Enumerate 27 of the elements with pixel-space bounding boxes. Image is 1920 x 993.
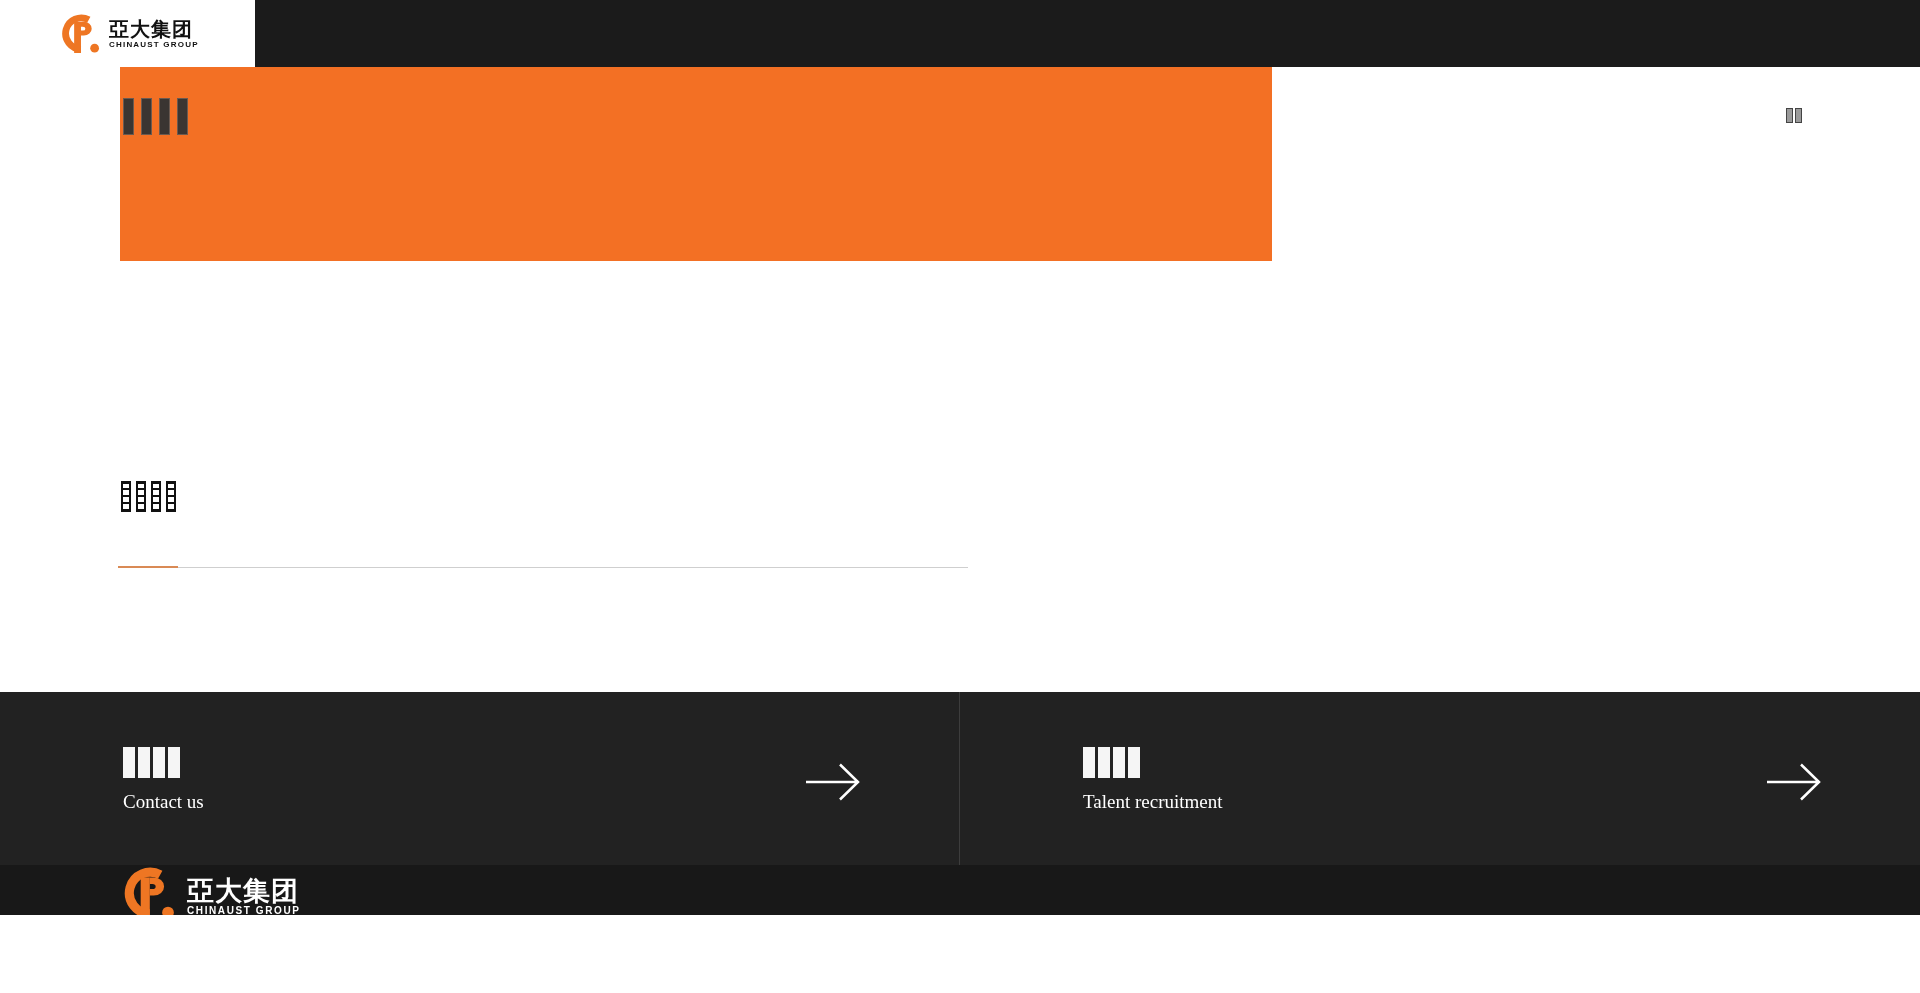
link-label: Talent recruitment <box>1083 791 1223 811</box>
logo-name: 亞大集团 <box>109 18 194 39</box>
arrow-right-icon <box>806 762 860 801</box>
missing-glyph-icon <box>153 746 165 778</box>
missing-glyph-icon <box>1098 746 1110 778</box>
missing-glyph-icon <box>166 481 176 512</box>
missing-glyph-icon <box>123 98 134 135</box>
missing-glyph-icon <box>1128 746 1140 778</box>
logo-mark-icon <box>59 14 101 53</box>
missing-glyph-icon <box>123 746 135 778</box>
logo-tagline: CHINAUST GROUP <box>187 906 301 915</box>
missing-glyph-icon <box>136 481 146 512</box>
missing-glyph-icon <box>138 746 150 778</box>
missing-glyph-icon <box>1795 108 1802 123</box>
link-label: Contact us <box>123 791 204 811</box>
missing-glyph-icon <box>177 98 188 135</box>
logo-tagline: CHINAUST GROUP <box>109 40 199 49</box>
arrow-right-icon <box>1767 762 1821 801</box>
missing-glyph-icon <box>159 98 170 135</box>
missing-glyph-icon <box>121 481 131 512</box>
missing-glyph-icon <box>1083 746 1095 778</box>
logo-name: 亞大集团 <box>187 878 300 905</box>
missing-glyph-icon <box>141 98 152 135</box>
missing-glyph-icon <box>1786 108 1793 123</box>
missing-glyph-icon <box>168 746 180 778</box>
missing-glyph-icon <box>151 481 161 512</box>
missing-glyph-icon <box>1113 746 1125 778</box>
